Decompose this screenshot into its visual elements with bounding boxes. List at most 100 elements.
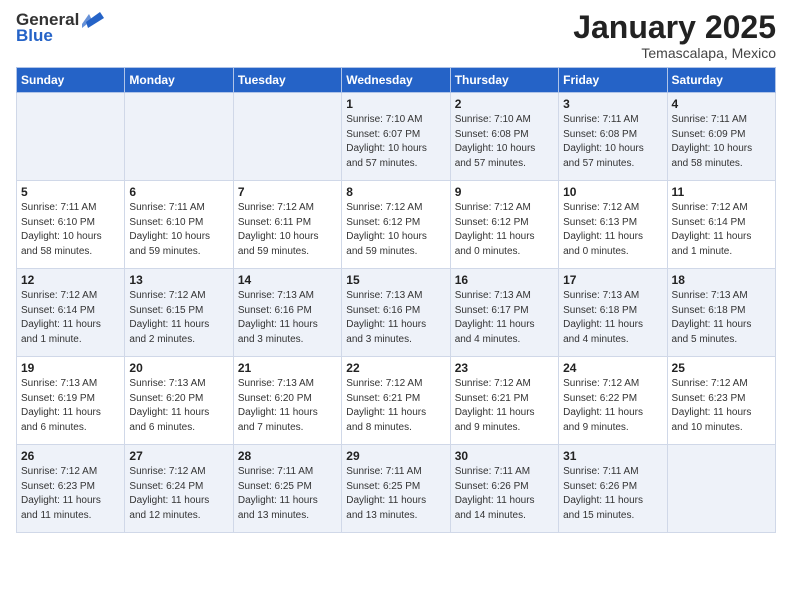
- day-info: Sunrise: 7:12 AM Sunset: 6:11 PM Dayligh…: [238, 201, 337, 259]
- day-number: 19: [21, 361, 120, 375]
- calendar-week-row: 5 Sunrise: 7:11 AM Sunset: 6:10 PM Daylig…: [17, 181, 776, 269]
- day-number: 16: [455, 273, 554, 287]
- day-info: Sunrise: 7:12 AM Sunset: 6:22 PM Dayligh…: [563, 377, 662, 435]
- table-row: 21 Sunrise: 7:13 AM Sunset: 6:20 PM Dayli…: [233, 357, 341, 445]
- table-row: 30Sunrise: 7:11 AM Sunset: 6:26 PM Dayli…: [450, 445, 558, 533]
- table-row: [125, 93, 233, 181]
- table-row: 31 Sunrise: 7:11 AM Sunset: 6:26 PM Dayli…: [559, 445, 667, 533]
- day-info: Sunrise: 7:10 AM Sunset: 6:07 PM Dayligh…: [346, 113, 445, 171]
- table-row: 8Sunrise: 7:12 AM Sunset: 6:12 PM Daylig…: [342, 181, 450, 269]
- table-row: 10 Sunrise: 7:12 AM Sunset: 6:13 PM Dayli…: [559, 181, 667, 269]
- day-number: 6: [129, 185, 228, 199]
- day-info: Sunrise: 7:13 AM Sunset: 6:16 PM Dayligh…: [238, 289, 337, 347]
- page: General Blue January 2025 Temascalapa, M…: [0, 0, 792, 612]
- table-row: 2 Sunrise: 7:10 AM Sunset: 6:08 PM Daylig…: [450, 93, 558, 181]
- day-info: Sunrise: 7:12 AM Sunset: 6:12 PM Dayligh…: [455, 201, 554, 259]
- day-number: 23: [455, 361, 554, 375]
- day-info: Sunrise: 7:12 AM Sunset: 6:23 PM Dayligh…: [672, 377, 771, 435]
- table-row: 15Sunrise: 7:13 AM Sunset: 6:16 PM Dayli…: [342, 269, 450, 357]
- day-number: 9: [455, 185, 554, 199]
- day-info: Sunrise: 7:12 AM Sunset: 6:14 PM Dayligh…: [21, 289, 120, 347]
- table-row: 11 Sunrise: 7:12 AM Sunset: 6:14 PM Dayli…: [667, 181, 775, 269]
- table-row: 13 Sunrise: 7:12 AM Sunset: 6:15 PM Dayli…: [125, 269, 233, 357]
- day-info: Sunrise: 7:12 AM Sunset: 6:14 PM Dayligh…: [672, 201, 771, 259]
- day-number: 11: [672, 185, 771, 199]
- day-number: 10: [563, 185, 662, 199]
- table-row: 19 Sunrise: 7:13 AM Sunset: 6:19 PM Dayli…: [17, 357, 125, 445]
- table-row: 6 Sunrise: 7:11 AM Sunset: 6:10 PM Daylig…: [125, 181, 233, 269]
- day-number: 13: [129, 273, 228, 287]
- day-number: 22: [346, 361, 445, 375]
- table-row: 7 Sunrise: 7:12 AM Sunset: 6:11 PM Daylig…: [233, 181, 341, 269]
- day-number: 27: [129, 449, 228, 463]
- day-info: Sunrise: 7:11 AM Sunset: 6:10 PM Dayligh…: [129, 201, 228, 259]
- day-info: Sunrise: 7:12 AM Sunset: 6:21 PM Dayligh…: [346, 377, 445, 435]
- day-number: 17: [563, 273, 662, 287]
- day-number: 26: [21, 449, 120, 463]
- table-row: 22 Sunrise: 7:12 AM Sunset: 6:21 PM Dayli…: [342, 357, 450, 445]
- table-row: 18Sunrise: 7:13 AM Sunset: 6:18 PM Dayli…: [667, 269, 775, 357]
- day-info: Sunrise: 7:10 AM Sunset: 6:08 PM Dayligh…: [455, 113, 554, 171]
- day-number: 7: [238, 185, 337, 199]
- day-number: 14: [238, 273, 337, 287]
- calendar-week-row: 26Sunrise: 7:12 AM Sunset: 6:23 PM Dayli…: [17, 445, 776, 533]
- table-row: 16 Sunrise: 7:13 AM Sunset: 6:17 PM Dayli…: [450, 269, 558, 357]
- calendar-week-row: 1 Sunrise: 7:10 AM Sunset: 6:07 PM Daylig…: [17, 93, 776, 181]
- location: Temascalapa, Mexico: [573, 45, 776, 61]
- day-info: Sunrise: 7:13 AM Sunset: 6:17 PM Dayligh…: [455, 289, 554, 347]
- day-info: Sunrise: 7:11 AM Sunset: 6:09 PM Dayligh…: [672, 113, 771, 171]
- month-title: January 2025: [573, 10, 776, 45]
- col-wednesday: Wednesday: [342, 68, 450, 93]
- logo: General Blue: [16, 10, 104, 46]
- day-number: 4: [672, 97, 771, 111]
- calendar-week-row: 19 Sunrise: 7:13 AM Sunset: 6:19 PM Dayli…: [17, 357, 776, 445]
- day-number: 24: [563, 361, 662, 375]
- table-row: 27 Sunrise: 7:12 AM Sunset: 6:24 PM Dayli…: [125, 445, 233, 533]
- header: General Blue January 2025 Temascalapa, M…: [16, 10, 776, 61]
- table-row: 12 Sunrise: 7:12 AM Sunset: 6:14 PM Dayli…: [17, 269, 125, 357]
- calendar-week-row: 12 Sunrise: 7:12 AM Sunset: 6:14 PM Dayli…: [17, 269, 776, 357]
- table-row: 1 Sunrise: 7:10 AM Sunset: 6:07 PM Daylig…: [342, 93, 450, 181]
- table-row: 3Sunrise: 7:11 AM Sunset: 6:08 PM Daylig…: [559, 93, 667, 181]
- col-saturday: Saturday: [667, 68, 775, 93]
- day-info: Sunrise: 7:12 AM Sunset: 6:15 PM Dayligh…: [129, 289, 228, 347]
- day-number: 8: [346, 185, 445, 199]
- col-monday: Monday: [125, 68, 233, 93]
- table-row: 24 Sunrise: 7:12 AM Sunset: 6:22 PM Dayli…: [559, 357, 667, 445]
- table-row: [667, 445, 775, 533]
- table-row: [17, 93, 125, 181]
- day-info: Sunrise: 7:11 AM Sunset: 6:25 PM Dayligh…: [346, 465, 445, 523]
- day-info: Sunrise: 7:11 AM Sunset: 6:25 PM Dayligh…: [238, 465, 337, 523]
- title-block: January 2025 Temascalapa, Mexico: [573, 10, 776, 61]
- table-row: [233, 93, 341, 181]
- day-info: Sunrise: 7:12 AM Sunset: 6:13 PM Dayligh…: [563, 201, 662, 259]
- table-row: 9 Sunrise: 7:12 AM Sunset: 6:12 PM Daylig…: [450, 181, 558, 269]
- logo-blue-text: Blue: [16, 26, 53, 46]
- day-info: Sunrise: 7:13 AM Sunset: 6:19 PM Dayligh…: [21, 377, 120, 435]
- day-number: 12: [21, 273, 120, 287]
- day-number: 28: [238, 449, 337, 463]
- day-number: 20: [129, 361, 228, 375]
- day-number: 31: [563, 449, 662, 463]
- day-info: Sunrise: 7:11 AM Sunset: 6:26 PM Dayligh…: [563, 465, 662, 523]
- calendar-table: Sunday Monday Tuesday Wednesday Thursday…: [16, 67, 776, 533]
- day-info: Sunrise: 7:11 AM Sunset: 6:26 PM Dayligh…: [455, 465, 554, 523]
- day-number: 1: [346, 97, 445, 111]
- logo-icon: [82, 10, 104, 30]
- table-row: 25Sunrise: 7:12 AM Sunset: 6:23 PM Dayli…: [667, 357, 775, 445]
- table-row: 20Sunrise: 7:13 AM Sunset: 6:20 PM Dayli…: [125, 357, 233, 445]
- table-row: 26Sunrise: 7:12 AM Sunset: 6:23 PM Dayli…: [17, 445, 125, 533]
- day-info: Sunrise: 7:13 AM Sunset: 6:20 PM Dayligh…: [238, 377, 337, 435]
- day-number: 5: [21, 185, 120, 199]
- day-info: Sunrise: 7:11 AM Sunset: 6:08 PM Dayligh…: [563, 113, 662, 171]
- day-info: Sunrise: 7:13 AM Sunset: 6:18 PM Dayligh…: [672, 289, 771, 347]
- day-info: Sunrise: 7:13 AM Sunset: 6:18 PM Dayligh…: [563, 289, 662, 347]
- day-number: 2: [455, 97, 554, 111]
- table-row: 5Sunrise: 7:11 AM Sunset: 6:10 PM Daylig…: [17, 181, 125, 269]
- col-thursday: Thursday: [450, 68, 558, 93]
- day-number: 21: [238, 361, 337, 375]
- day-info: Sunrise: 7:12 AM Sunset: 6:24 PM Dayligh…: [129, 465, 228, 523]
- table-row: 29Sunrise: 7:11 AM Sunset: 6:25 PM Dayli…: [342, 445, 450, 533]
- col-sunday: Sunday: [17, 68, 125, 93]
- day-number: 15: [346, 273, 445, 287]
